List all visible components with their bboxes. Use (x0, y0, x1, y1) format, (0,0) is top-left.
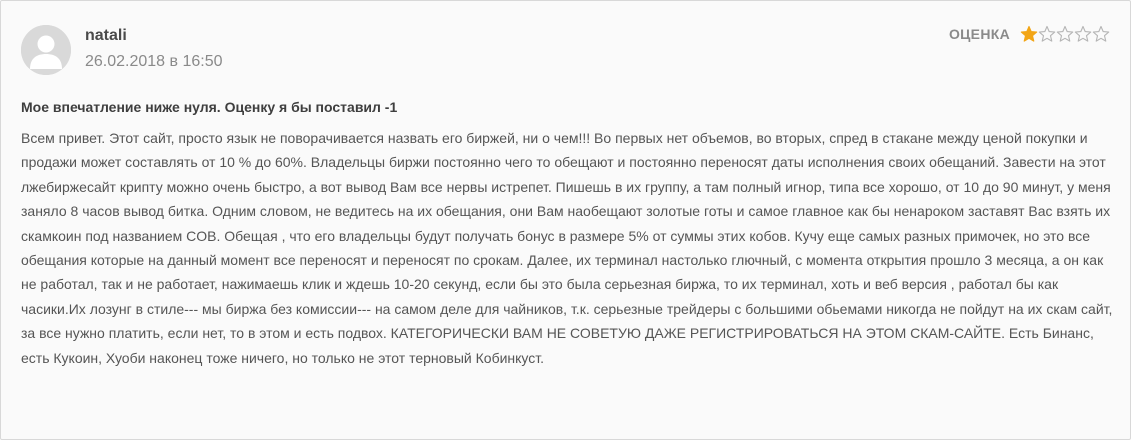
avatar (21, 25, 71, 75)
review-title: Мое впечатление ниже нуля. Оценку я бы п… (21, 99, 398, 115)
review-rating: ОЦЕНКА (949, 25, 1110, 43)
star-outline-icon (1038, 25, 1056, 42)
star-outline-icon (1074, 25, 1092, 42)
user-silhouette-icon (21, 25, 71, 75)
review-card: natali 26.02.2018 в 16:50 ОЦЕНКА Мое впе… (0, 0, 1131, 440)
rating-label: ОЦЕНКА (948, 26, 1010, 42)
star-outline-icon (1056, 25, 1074, 42)
rating-stars (1020, 25, 1110, 43)
review-body: Всем привет. Этот сайт, просто язык не п… (21, 130, 1113, 366)
review-date: 26.02.2018 в 16:50 (85, 53, 223, 70)
review-author[interactable]: natali (85, 27, 127, 45)
star-outline-icon (1092, 25, 1110, 42)
star-filled-icon (1020, 25, 1038, 42)
